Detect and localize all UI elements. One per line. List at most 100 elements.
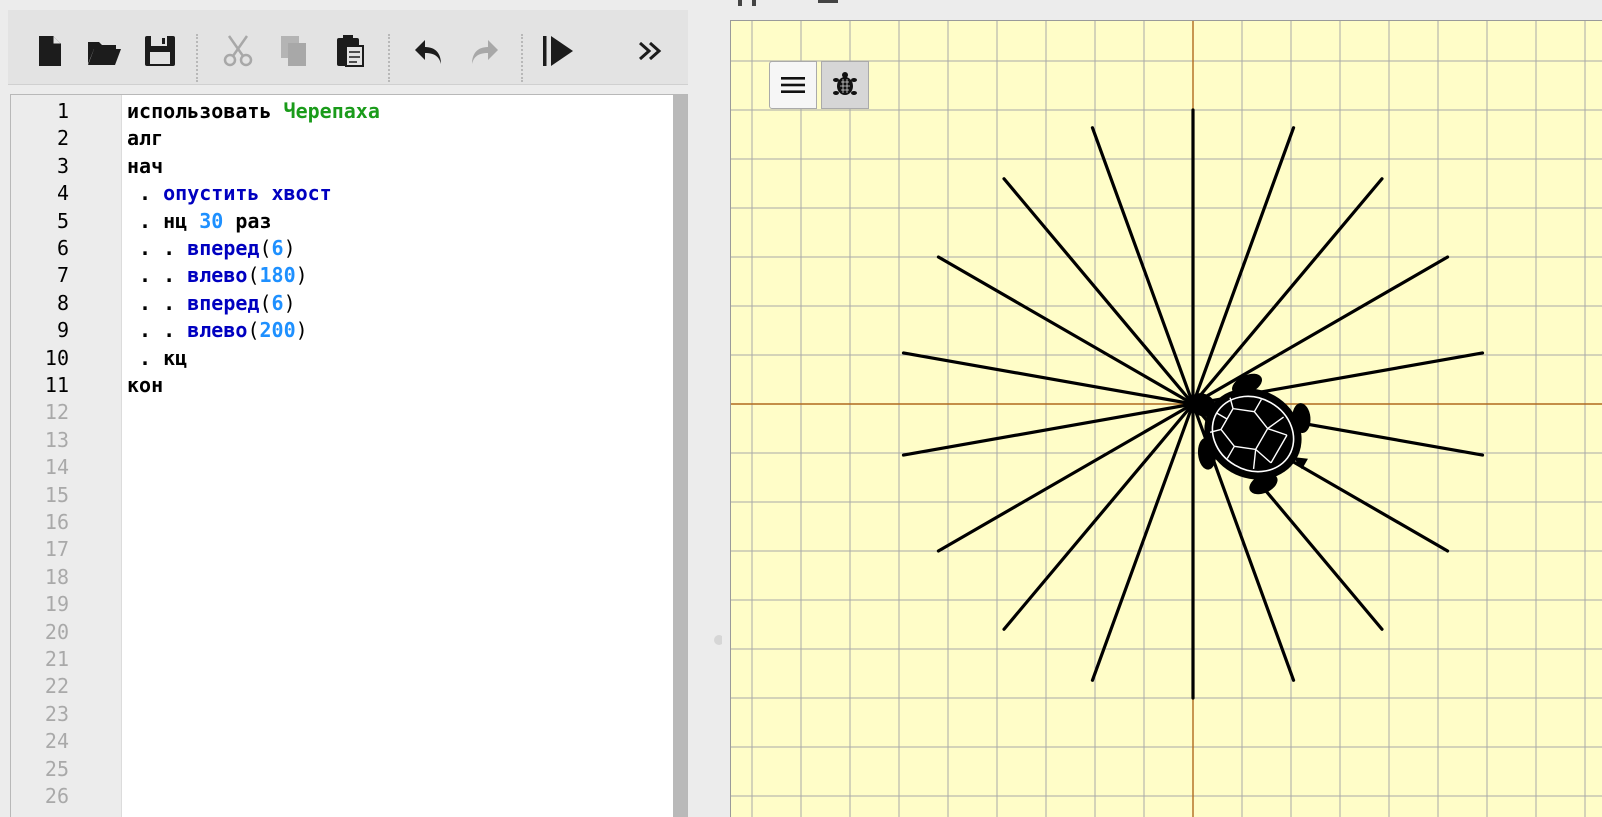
line-number: 17 bbox=[44, 537, 69, 562]
copy-icon bbox=[281, 36, 306, 66]
toolbar bbox=[8, 10, 688, 85]
line-number: 23 bbox=[44, 701, 69, 726]
open-button[interactable] bbox=[83, 30, 125, 72]
field-menu-button[interactable] bbox=[769, 61, 817, 109]
double-chevron-right-icon bbox=[639, 41, 662, 61]
code-token: вперед bbox=[187, 236, 260, 260]
code-token: . нц bbox=[127, 208, 200, 233]
line-number: 5 bbox=[56, 208, 69, 233]
code-line[interactable]: использовать Черепаха bbox=[127, 97, 380, 125]
turtle-field[interactable] bbox=[730, 20, 1602, 817]
redo-icon bbox=[472, 40, 498, 64]
code-line[interactable]: кон bbox=[127, 371, 163, 399]
code-token: 6 bbox=[271, 290, 284, 315]
panel-splitter[interactable] bbox=[700, 0, 720, 816]
tab-fragment bbox=[738, 0, 742, 6]
undo-button[interactable] bbox=[408, 30, 450, 72]
cut-button[interactable] bbox=[217, 30, 259, 72]
line-number: 25 bbox=[44, 756, 69, 781]
play-icon bbox=[543, 36, 573, 66]
turtle-canvas bbox=[731, 21, 1602, 817]
code-line[interactable]: . опустить хвост bbox=[127, 179, 332, 207]
code-token: . . bbox=[127, 236, 188, 260]
toolbar-separator bbox=[196, 34, 198, 82]
code-token: 6 bbox=[271, 236, 284, 260]
line-number: 12 bbox=[44, 400, 69, 425]
code-line[interactable]: . . вперед(6) bbox=[127, 289, 296, 317]
line-number: 6 bbox=[56, 236, 69, 260]
turtle-icon bbox=[833, 72, 857, 95]
code-token: влево bbox=[187, 263, 248, 288]
code-token: ( bbox=[259, 236, 272, 260]
code-token: ) bbox=[295, 318, 308, 343]
code-line[interactable]: . нц 30 раз bbox=[127, 207, 272, 235]
line-number: 13 bbox=[44, 427, 69, 452]
code-line[interactable]: . . вперед(6) bbox=[127, 234, 296, 262]
run-button[interactable] bbox=[537, 30, 579, 72]
scissors-icon bbox=[223, 35, 253, 67]
code-token: . . bbox=[127, 263, 188, 288]
toolbar-separator bbox=[521, 34, 523, 82]
code-token: . . bbox=[127, 318, 188, 343]
turtle-panel bbox=[722, 0, 1602, 817]
code-token: алг bbox=[127, 126, 164, 151]
line-number: 20 bbox=[44, 619, 69, 644]
code-line[interactable]: . . влево(200) bbox=[127, 316, 308, 344]
code-token: раз bbox=[223, 208, 272, 233]
code-token: 200 bbox=[259, 318, 296, 343]
paste-button[interactable] bbox=[329, 30, 371, 72]
line-number: 8 bbox=[56, 290, 69, 315]
code-token: вперед bbox=[187, 290, 260, 315]
new-file-button[interactable] bbox=[28, 30, 70, 72]
line-number: 19 bbox=[44, 592, 69, 617]
folder-open-icon bbox=[88, 42, 121, 65]
code-token: использовать bbox=[127, 99, 284, 123]
line-number: 14 bbox=[44, 455, 69, 480]
tab-fragment bbox=[818, 0, 838, 3]
line-number: 4 bbox=[56, 181, 69, 206]
turtle-toggle-button[interactable] bbox=[821, 61, 869, 109]
code-token: ) bbox=[283, 236, 296, 260]
code-editor[interactable]: 1 2 3 4 5 6 7 8 9 10 11 12 13 14 15 16 17 18 19 20 21 22 23 24 2… bbox=[10, 94, 688, 817]
line-number: 21 bbox=[44, 647, 69, 671]
code-line[interactable]: . кц bbox=[127, 344, 187, 372]
line-number: 16 bbox=[44, 510, 69, 534]
line-number: 9 bbox=[56, 318, 69, 343]
floppy-disk-icon bbox=[145, 36, 175, 66]
redo-button[interactable] bbox=[463, 30, 505, 72]
code-token: ) bbox=[283, 290, 296, 315]
hamburger-menu-icon bbox=[781, 77, 805, 93]
code-token: влево bbox=[187, 318, 248, 343]
line-number: 15 bbox=[44, 482, 69, 507]
line-number: 24 bbox=[44, 729, 69, 754]
new-file-icon bbox=[39, 36, 61, 66]
editor-scrollbar[interactable] bbox=[673, 95, 687, 817]
line-number: 3 bbox=[56, 153, 69, 178]
line-number: 11 bbox=[44, 373, 69, 397]
save-button[interactable] bbox=[139, 30, 181, 72]
line-number: 26 bbox=[44, 784, 69, 808]
code-token: . . bbox=[127, 290, 188, 315]
code-token: кон bbox=[127, 373, 164, 397]
line-number: 7 bbox=[56, 263, 69, 288]
code-token: . кц bbox=[127, 345, 188, 370]
copy-button[interactable] bbox=[273, 30, 315, 72]
code-token: ) bbox=[295, 263, 308, 288]
code-line[interactable]: . . влево(180) bbox=[127, 261, 308, 289]
line-number: 2 bbox=[56, 126, 69, 151]
code-token: Черепаха bbox=[283, 99, 380, 123]
code-token: опустить хвост bbox=[163, 181, 332, 206]
code-line[interactable]: нач bbox=[127, 152, 163, 180]
line-number: 18 bbox=[44, 564, 69, 589]
line-number: 1 bbox=[56, 99, 69, 123]
paste-icon bbox=[337, 35, 364, 67]
tab-fragment bbox=[752, 0, 756, 6]
code-line[interactable]: алг bbox=[127, 124, 163, 152]
editor-panel: 1 2 3 4 5 6 7 8 9 10 11 12 13 14 15 16 17 18 19 20 21 22 23 24 2… bbox=[0, 0, 700, 817]
code-token: 30 bbox=[199, 208, 224, 233]
line-number: 22 bbox=[44, 674, 69, 699]
more-button[interactable] bbox=[630, 30, 672, 72]
code-token: ( bbox=[247, 318, 260, 343]
toolbar-separator bbox=[388, 34, 390, 82]
code-token: 180 bbox=[259, 263, 296, 288]
